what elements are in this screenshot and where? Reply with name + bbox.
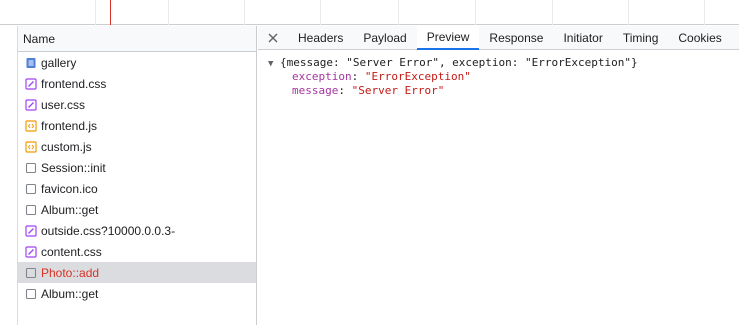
request-row[interactable]: Session::init	[18, 157, 256, 178]
request-name: Photo::add	[41, 265, 100, 280]
tab-initiator[interactable]: Initiator	[553, 26, 612, 49]
fetch-icon	[25, 288, 37, 300]
stylesheet-icon	[25, 77, 37, 90]
script-icon	[25, 140, 37, 153]
request-row[interactable]: content.css	[18, 241, 256, 262]
timeline-load-marker	[110, 0, 111, 25]
tab-timing[interactable]: Timing	[613, 26, 669, 49]
request-name: gallery	[41, 55, 77, 70]
tab-preview[interactable]: Preview	[416, 26, 480, 50]
request-name: outside.css?10000.0.0.3-	[41, 223, 176, 238]
request-name: Album::get	[41, 202, 99, 217]
detail-tabbar: Headers Payload Preview Response Initiator Ti…	[258, 26, 739, 50]
request-row[interactable]: favicon.ico	[18, 178, 256, 199]
timeline-grid-line	[95, 0, 96, 25]
stylesheet-icon	[25, 98, 37, 111]
property-value: "Server Error"	[351, 84, 445, 97]
request-row[interactable]: custom.js	[18, 136, 256, 157]
request-row[interactable]: gallery	[18, 52, 256, 73]
tree-property[interactable]: message: "Server Error"	[268, 84, 739, 98]
property-value: "ErrorException"	[364, 70, 471, 83]
fetch-icon	[25, 162, 37, 174]
property-separator: :	[338, 84, 352, 97]
property-key: exception	[292, 70, 352, 83]
property-separator: :	[351, 70, 365, 83]
tab-headers[interactable]: Headers	[288, 26, 353, 49]
request-name: Session::init	[41, 160, 106, 175]
left-gutter	[0, 26, 18, 325]
stylesheet-icon	[25, 224, 37, 237]
request-row[interactable]: user.css	[18, 94, 256, 115]
tab-response[interactable]: Response	[479, 26, 553, 49]
caret-down-icon[interactable]: ▼	[268, 57, 280, 71]
timeline-grid-line	[628, 0, 629, 25]
property-key: message	[292, 84, 339, 97]
network-timeline-overview[interactable]	[0, 0, 739, 25]
devtools-network-panel: Name gallery frontend.css user.css frontend…	[0, 0, 739, 325]
request-row[interactable]: Album::get	[18, 283, 256, 304]
timeline-grid-line	[398, 0, 399, 25]
request-row[interactable]: Photo::add	[18, 262, 256, 283]
fetch-icon	[25, 267, 37, 279]
stylesheet-icon	[25, 245, 37, 258]
tab-cookies[interactable]: Cookies	[668, 26, 731, 49]
fetch-icon	[25, 183, 37, 195]
request-row[interactable]: Album::get	[18, 199, 256, 220]
timeline-grid-line	[475, 0, 476, 25]
request-name: favicon.ico	[41, 181, 98, 196]
request-name: frontend.css	[41, 76, 107, 91]
request-row[interactable]: frontend.js	[18, 115, 256, 136]
request-details: Headers Payload Preview Response Initiator Ti…	[258, 26, 739, 325]
name-column-header[interactable]: Name	[18, 26, 256, 52]
tree-property[interactable]: exception: "ErrorException"	[268, 70, 739, 84]
timeline-grid-line	[704, 0, 705, 25]
fetch-icon	[25, 204, 37, 216]
close-icon[interactable]	[258, 26, 288, 49]
request-name: user.css	[41, 97, 86, 112]
document-icon	[25, 57, 37, 69]
preview-tree: ▼ {message: "Server Error", exception: "E…	[258, 50, 739, 98]
request-name: frontend.js	[41, 118, 98, 133]
request-rows: gallery frontend.css user.css frontend.js cu…	[18, 52, 256, 304]
timeline-grid-line	[168, 0, 169, 25]
request-name: Album::get	[41, 286, 99, 301]
request-name: custom.js	[41, 139, 92, 154]
script-icon	[25, 119, 37, 132]
timeline-grid-line	[244, 0, 245, 25]
request-name: content.css	[41, 244, 102, 259]
tab-payload[interactable]: Payload	[353, 26, 416, 49]
request-row[interactable]: outside.css?10000.0.0.3-	[18, 220, 256, 241]
request-list: Name gallery frontend.css user.css frontend…	[18, 26, 257, 325]
object-summary: {message: "Server Error", exception: "Er…	[280, 56, 638, 69]
timeline-grid-line	[320, 0, 321, 25]
tree-root[interactable]: ▼ {message: "Server Error", exception: "E…	[268, 56, 739, 70]
request-row[interactable]: frontend.css	[18, 73, 256, 94]
timeline-grid-line	[552, 0, 553, 25]
